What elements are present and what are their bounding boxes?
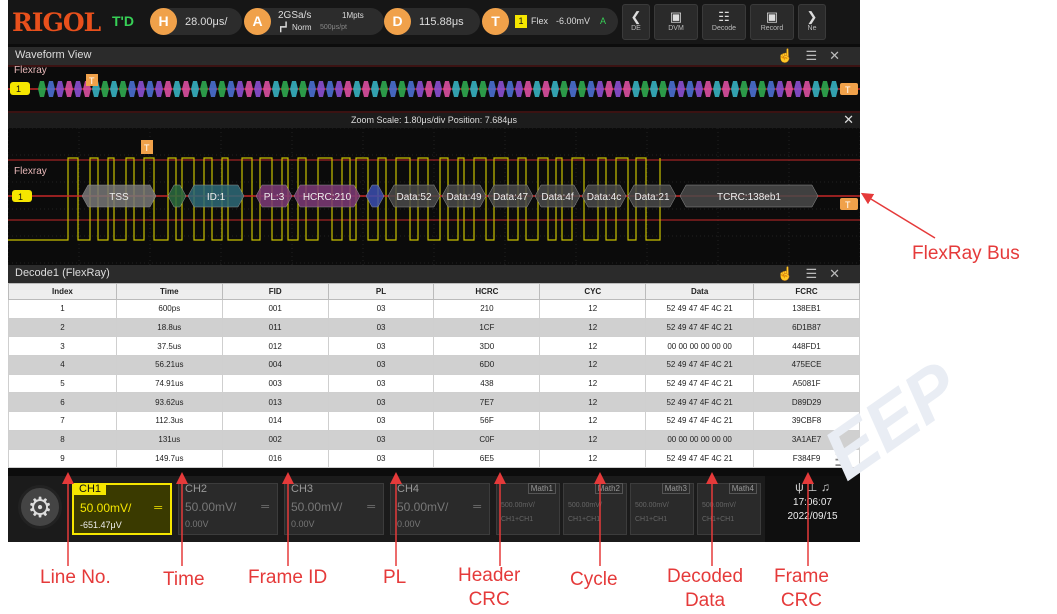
time-annotation: Time xyxy=(163,569,205,590)
annotation-arrows xyxy=(62,192,936,566)
pl-annotation: PL xyxy=(383,567,407,588)
frame-crc-annotation: Frame CRC xyxy=(774,566,829,611)
header-crc-annotation: Header CRC xyxy=(458,565,521,610)
decoded-data-annotation: Decoded Data xyxy=(667,566,744,611)
cycle-annotation: Cycle xyxy=(570,569,618,590)
frame-id-annotation: Frame ID xyxy=(248,567,328,588)
line-no-annotation: Line No. xyxy=(40,567,111,588)
flexray-bus-annotation: FlexRay Bus xyxy=(912,243,1020,264)
